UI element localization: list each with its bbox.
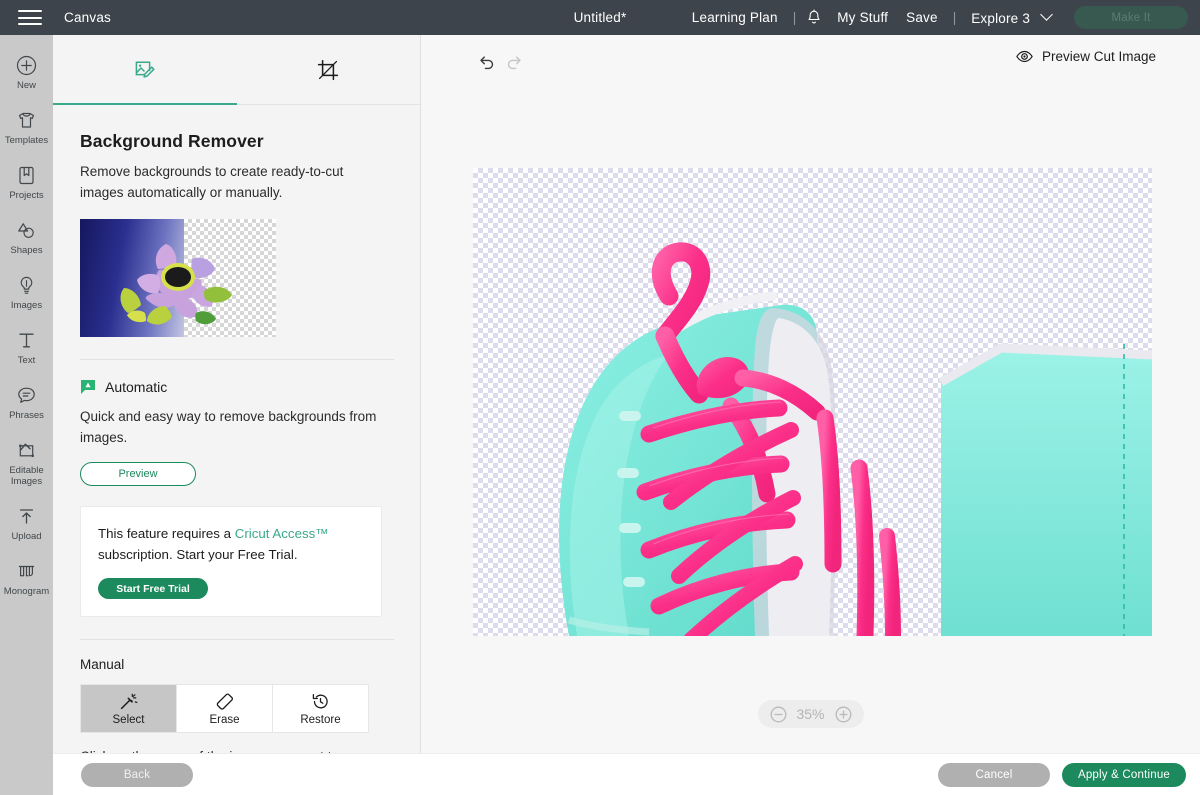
page-title: Background Remover <box>80 131 264 151</box>
cricut-access-notice: This feature requires a Cricut Access™ s… <box>80 506 382 617</box>
eraser-icon <box>215 692 235 711</box>
canvas-label[interactable]: Canvas <box>64 10 111 25</box>
divider-2 <box>80 639 394 640</box>
sidebar-item-editable-images[interactable]: Editable Images <box>0 430 53 496</box>
background-removal-example-thumbnail <box>80 219 276 337</box>
sidebar-item-label: Images <box>10 300 43 311</box>
flower-illustration <box>120 244 232 325</box>
tool-label: Select <box>112 713 145 726</box>
manual-hint-text: Click on the areas of the image you want… <box>80 746 380 753</box>
editable-images-icon <box>16 439 38 461</box>
automatic-label: Automatic <box>105 379 168 395</box>
lightbulb-icon <box>16 274 38 296</box>
redo-icon[interactable] <box>506 53 523 70</box>
my-stuff-link[interactable]: My Stuff <box>828 10 897 25</box>
cancel-button[interactable]: Cancel <box>938 763 1050 787</box>
top-bar: Canvas Untitled* Learning Plan | My Stuf… <box>0 0 1200 35</box>
sidebar-item-label: Templates <box>4 135 49 146</box>
automatic-description: Quick and easy way to remove backgrounds… <box>80 409 377 445</box>
erase-tool-button[interactable]: Erase <box>177 685 273 732</box>
projects-icon <box>16 164 38 186</box>
preview-button[interactable]: Preview <box>80 462 196 486</box>
left-rail: New Templates Projects Shapes Images Tex… <box>0 35 53 795</box>
sidebar-item-label: Shapes <box>10 245 43 256</box>
tab-background-remover[interactable] <box>53 35 237 105</box>
footer-bar: Back Cancel Apply & Continue <box>53 753 1200 795</box>
panel-tabs <box>53 35 420 105</box>
access-text-after: subscription. Start your Free Trial. <box>98 547 298 562</box>
sidebar-item-monogram[interactable]: Monogram <box>0 551 53 606</box>
back-button[interactable]: Back <box>81 763 193 787</box>
text-t-icon <box>16 329 38 351</box>
restore-clock-icon <box>311 692 331 711</box>
sidebar-item-projects[interactable]: Projects <box>0 155 53 210</box>
sidebar-item-label: Upload <box>11 531 42 542</box>
machine-selector[interactable]: Explore 3 <box>962 7 1060 26</box>
sidebar-item-new[interactable]: New <box>0 45 53 100</box>
panel-description: Remove backgrounds to create ready-to-cu… <box>80 164 344 200</box>
zoom-level: 35% <box>796 706 825 722</box>
access-notice-text: This feature requires a Cricut Access™ s… <box>98 523 364 565</box>
upload-arrow-icon <box>16 505 38 527</box>
shirt-icon <box>16 109 38 131</box>
artwork-canvas[interactable] <box>473 168 1152 636</box>
crop-icon <box>315 57 341 83</box>
tool-label: Erase <box>209 713 240 726</box>
chevron-down-icon <box>1040 7 1053 21</box>
sneaker-artwork <box>559 242 1152 636</box>
learning-plan-link[interactable]: Learning Plan <box>683 10 787 25</box>
sidebar-item-label: New <box>16 80 36 91</box>
cricut-access-link[interactable]: Cricut Access™ <box>235 526 329 541</box>
zoom-in-icon[interactable] <box>835 706 852 723</box>
shapes-icon <box>16 219 38 241</box>
divider-1 <box>80 359 394 360</box>
automatic-badge-icon <box>80 379 96 395</box>
manual-section-label: Manual <box>80 657 125 672</box>
apply-continue-button[interactable]: Apply & Continue <box>1062 763 1186 787</box>
preview-cut-image-label: Preview Cut Image <box>1041 49 1156 64</box>
canvas-toolbar: Preview Cut Image <box>421 35 1200 93</box>
monogram-icon <box>16 560 38 582</box>
bell-icon[interactable] <box>806 9 822 26</box>
undo-icon[interactable] <box>478 53 495 70</box>
magic-wand-icon <box>119 692 139 711</box>
save-button[interactable]: Save <box>897 10 947 25</box>
sidebar-item-label: Monogram <box>3 586 50 597</box>
background-remover-panel: Background Remover Remove backgrounds to… <box>53 35 421 753</box>
sidebar-item-text[interactable]: Text <box>0 320 53 375</box>
plus-circle-icon <box>16 54 38 76</box>
sidebar-item-label: Editable Images <box>9 465 44 487</box>
sidebar-item-label: Projects <box>9 190 44 201</box>
sidebar-item-label: Phrases <box>9 410 44 421</box>
select-tool-button[interactable]: Select <box>81 685 177 732</box>
zoom-out-icon[interactable] <box>769 706 786 723</box>
access-text-before: This feature requires a <box>98 526 235 541</box>
sidebar-item-images[interactable]: Images <box>0 265 53 320</box>
tab-crop[interactable] <box>237 35 421 105</box>
start-free-trial-button[interactable]: Start Free Trial <box>98 578 208 599</box>
sidebar-item-shapes[interactable]: Shapes <box>0 210 53 265</box>
canvas-area: Preview Cut Image 35% <box>421 35 1200 753</box>
hamburger-icon[interactable] <box>18 10 42 25</box>
restore-tool-button[interactable]: Restore <box>273 685 368 732</box>
manual-tool-group: Select Erase Restore <box>80 684 369 733</box>
separator-2: | <box>952 10 957 25</box>
eye-icon <box>1016 50 1033 63</box>
preview-cut-image-button[interactable]: Preview Cut Image <box>1016 49 1156 64</box>
sidebar-item-templates[interactable]: Templates <box>0 100 53 155</box>
sidebar-item-label: Text <box>17 355 36 366</box>
automatic-section-header: Automatic <box>80 379 394 395</box>
sidebar-item-phrases[interactable]: Phrases <box>0 375 53 430</box>
image-edit-icon <box>132 57 158 83</box>
sidebar-item-upload[interactable]: Upload <box>0 496 53 551</box>
speech-bubble-icon <box>16 384 38 406</box>
active-tab-underline <box>53 103 237 105</box>
separator-1: | <box>792 10 797 25</box>
tool-label: Restore <box>300 713 341 726</box>
machine-label: Explore 3 <box>971 10 1031 26</box>
make-it-button[interactable]: Make It <box>1074 6 1188 29</box>
zoom-control: 35% <box>757 700 864 728</box>
